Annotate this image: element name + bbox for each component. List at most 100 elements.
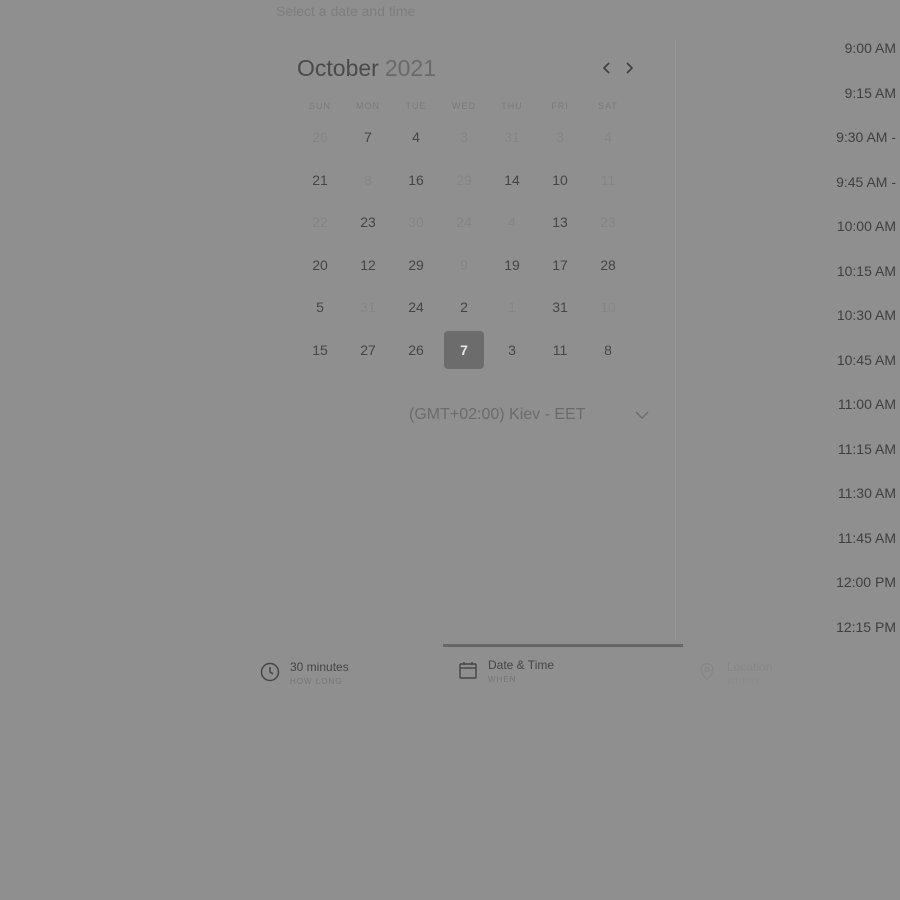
step-duration[interactable]: 30 minutes HOW LONG [260,660,349,686]
day-number: 8 [604,341,612,358]
day-cell[interactable]: 3 [488,329,536,372]
step-date-time[interactable]: Date & Time WHEN [458,658,554,684]
day-number: 28 [600,256,616,273]
day-cell[interactable]: 10 [536,159,584,202]
day-cell[interactable]: 26 [392,329,440,372]
day-number: 12 [360,256,376,273]
timezone-select[interactable]: (GMT+02:00) Kiev - EET [409,406,649,424]
time-slot-button[interactable]: 10:45 AM [836,350,896,395]
day-cell: 1 [488,286,536,329]
panel-divider [675,40,676,640]
day-number: 8 [364,171,372,188]
time-slot-button[interactable]: 11:30 AM [836,483,896,528]
day-cell[interactable]: 23 [344,201,392,244]
day-cell[interactable]: 21 [296,159,344,202]
time-slot-label: 11:30 AM [837,485,896,501]
weekday-label: MON [356,101,380,111]
time-slot-button[interactable]: 9:30 AM - [836,127,896,172]
day-cell[interactable]: 16 [392,159,440,202]
next-month-button[interactable] [620,58,638,78]
day-cell[interactable]: 24 [392,286,440,329]
chevron-left-icon [602,62,610,74]
day-cell[interactable]: 27 [344,329,392,372]
weekday-header: SUN MON TUE WED THU FRI SAT [296,96,632,116]
selected-day-cell[interactable]: 7 [440,329,488,372]
calendar-icon [459,662,477,679]
day-number: 2 [460,299,468,316]
day-number: 4 [508,214,516,231]
day-cell: 9 [440,244,488,287]
step-location[interactable]: Location WHERE [697,660,772,686]
day-number: 10 [600,299,616,316]
page-hint: Select a date and time [276,3,416,19]
day-cell[interactable]: 20 [296,244,344,287]
day-number: 15 [312,341,328,358]
step-location-title: Location [727,660,773,674]
day-cell[interactable]: 2 [440,286,488,329]
weekday-label: SAT [598,101,618,111]
timezone-label: (GMT+02:00) Kiev - EET [409,406,586,423]
time-slot-button[interactable]: 11:45 AM [836,528,896,573]
calendar-week-row: 20 12 29 9 19 17 28 [296,244,632,287]
time-slot-button[interactable]: 12:00 PM [836,572,896,617]
time-slot-button[interactable]: 10:30 AM [836,305,896,350]
time-slot-button[interactable]: 10:15 AM [836,261,896,306]
day-number: 14 [504,171,520,188]
day-number: 31 [504,129,520,146]
day-number: 26 [408,341,424,358]
time-slot-button[interactable]: 11:00 AM [836,394,896,439]
day-cell[interactable]: 28 [584,244,632,287]
day-cell[interactable]: 19 [488,244,536,287]
day-cell[interactable]: 14 [488,159,536,202]
day-number: 13 [552,214,568,231]
day-number: 29 [456,171,472,188]
day-cell: 30 [392,201,440,244]
time-slot-label: 9:00 AM [844,40,896,56]
day-cell: 10 [584,286,632,329]
time-slot-label: 9:45 AM - [836,173,896,190]
step-location-subtitle: WHERE [727,677,762,686]
calendar-week-row: 5 31 24 2 1 31 10 [296,286,632,329]
time-slot-label: 10:45 AM [836,351,896,368]
time-slot-button[interactable]: 11:15 AM [836,439,896,484]
day-number: 23 [360,214,376,231]
day-cell: 23 [584,201,632,244]
active-step-indicator [443,644,683,647]
step-date-time-title: Date & Time [488,658,555,672]
time-slot-label: 10:30 AM [836,307,896,323]
day-cell[interactable]: 8 [584,329,632,372]
calendar-week-row: 15 27 26 7 3 11 8 [296,329,632,372]
day-cell[interactable]: 7 [344,116,392,159]
time-slot-button[interactable]: 9:00 AM [836,38,896,83]
day-number: 22 [312,214,328,231]
weekday-label: TUE [405,101,427,111]
day-cell: 26 [296,116,344,159]
time-slot-button[interactable]: 12:15 PM [836,617,896,662]
day-cell: 3 [440,116,488,159]
day-number: 4 [604,129,612,146]
day-cell[interactable]: 11 [536,329,584,372]
time-slot-button[interactable]: 9:15 AM [836,83,896,128]
clock-icon [260,662,280,682]
day-number: 9 [460,256,468,273]
day-cell: 11 [584,159,632,202]
time-slot-label: 9:30 AM - [836,129,896,145]
day-cell[interactable]: 4 [392,116,440,159]
day-number: 29 [408,256,424,273]
day-cell[interactable]: 31 [536,286,584,329]
day-cell[interactable]: 15 [296,329,344,372]
time-slot-button[interactable]: 9:45 AM - [836,172,896,217]
step-duration-subtitle: HOW LONG [290,677,343,686]
previous-month-button[interactable] [598,58,616,78]
day-cell[interactable]: 29 [392,244,440,287]
day-number: 5 [316,299,324,316]
day-cell[interactable]: 5 [296,286,344,329]
day-cell[interactable]: 12 [344,244,392,287]
time-slot-button[interactable]: 10:00 AM [836,216,896,261]
day-cell: 24 [440,201,488,244]
day-cell: 22 [296,201,344,244]
day-cell[interactable]: 13 [536,201,584,244]
day-number: 19 [504,256,520,273]
day-number: 1 [508,299,516,316]
day-cell[interactable]: 17 [536,244,584,287]
